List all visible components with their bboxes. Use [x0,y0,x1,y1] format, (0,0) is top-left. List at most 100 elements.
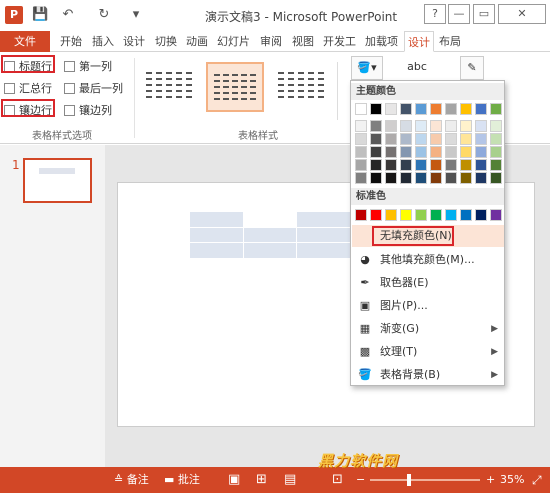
standard-color-swatch[interactable] [460,209,472,221]
qat-customize-icon[interactable]: ▾ [128,7,144,23]
table-cell[interactable] [297,212,350,227]
theme-color-swatch[interactable] [430,172,442,184]
theme-color-swatch[interactable] [445,146,457,158]
theme-color-swatch[interactable] [445,159,457,171]
zoom-slider[interactable] [370,479,480,481]
theme-color-swatch[interactable] [490,146,502,158]
table-background-item[interactable]: 🪣 表格背景(B) ▶ [352,364,504,386]
theme-color-swatch[interactable] [430,159,442,171]
theme-color-swatch[interactable] [400,103,412,115]
zoom-out-button[interactable]: − [356,473,365,487]
theme-color-swatch[interactable] [490,172,502,184]
restore-button[interactable]: ▭ [473,4,495,24]
slide-sorter-icon[interactable]: ⊞ [256,473,267,487]
zoom-in-button[interactable]: + [486,473,495,487]
theme-color-swatch[interactable] [490,120,502,132]
slide-table[interactable] [190,212,350,258]
zoom-slider-handle[interactable] [406,474,411,486]
standard-color-swatch[interactable] [430,209,442,221]
theme-color-swatch[interactable] [385,146,397,158]
minimize-button[interactable]: — [448,4,470,24]
standard-color-swatch[interactable] [355,209,367,221]
standard-color-swatch[interactable] [385,209,397,221]
slide-thumbnail[interactable] [23,158,92,203]
picture-item[interactable]: ▣ 图片(P)... [352,295,504,317]
first-column-checkbox[interactable] [64,60,75,72]
total-row-checkbox[interactable] [4,82,15,94]
theme-color-swatch[interactable] [460,146,472,158]
table-cell[interactable] [243,243,297,258]
tab-design[interactable]: 设计 [120,31,148,52]
notes-button[interactable]: ≙ 备注 [114,473,149,487]
help-button[interactable]: ? [424,4,446,24]
theme-color-swatch[interactable] [445,133,457,145]
theme-color-swatch[interactable] [385,120,397,132]
theme-color-swatch[interactable] [370,146,382,158]
theme-color-swatch[interactable] [415,103,427,115]
table-cell[interactable] [190,212,243,227]
theme-color-swatch[interactable] [475,120,487,132]
tab-home[interactable]: 开始 [57,31,85,52]
tab-animations[interactable]: 动画 [183,31,211,52]
theme-color-swatch[interactable] [460,172,472,184]
theme-color-swatch[interactable] [400,133,412,145]
theme-color-swatch[interactable] [460,120,472,132]
table-style-3[interactable] [272,62,330,112]
shading-button[interactable]: 🪣▾ [351,56,383,80]
theme-color-swatch[interactable] [490,103,502,115]
table-style-1[interactable] [140,62,198,112]
theme-color-swatch[interactable] [385,103,397,115]
theme-color-swatch[interactable] [370,103,382,115]
theme-color-swatch[interactable] [475,159,487,171]
last-column-option[interactable]: 最后一列 [64,80,123,96]
banded-columns-checkbox[interactable] [64,104,75,116]
tab-table-layout[interactable]: 布局 [436,31,464,52]
theme-color-swatch[interactable] [400,120,412,132]
more-colors-item[interactable]: ◕ 其他填充颜色(M)... [352,249,504,271]
theme-color-swatch[interactable] [400,172,412,184]
theme-color-swatch[interactable] [430,133,442,145]
tab-review[interactable]: 审阅 [257,31,285,52]
save-button[interactable]: 💾 [32,7,48,23]
theme-color-swatch[interactable] [430,120,442,132]
table-cell[interactable] [190,227,243,243]
theme-color-swatch[interactable] [400,159,412,171]
theme-color-swatch[interactable] [490,159,502,171]
theme-color-swatch[interactable] [355,159,367,171]
theme-color-swatch[interactable] [355,133,367,145]
first-column-option[interactable]: 第一列 [64,58,112,74]
theme-color-swatch[interactable] [475,103,487,115]
theme-color-swatch[interactable] [475,146,487,158]
reading-view-icon[interactable]: ▤ [284,473,296,487]
theme-color-swatch[interactable] [430,146,442,158]
theme-color-swatch[interactable] [400,146,412,158]
tab-transitions[interactable]: 切换 [152,31,180,52]
theme-color-swatch[interactable] [460,103,472,115]
banded-columns-option[interactable]: 镶边列 [64,102,112,118]
theme-color-swatch[interactable] [370,172,382,184]
slideshow-icon[interactable]: ⊡ [332,473,343,487]
gradient-item[interactable]: ▦ 渐变(G) ▶ [352,318,504,340]
standard-color-swatch[interactable] [490,209,502,221]
theme-color-swatch[interactable] [460,133,472,145]
tab-slideshow[interactable]: 幻灯片 [214,31,253,52]
theme-color-swatch[interactable] [415,133,427,145]
tab-addins[interactable]: 加载项 [362,31,401,52]
theme-color-swatch[interactable] [415,120,427,132]
tab-developer[interactable]: 开发工 [320,31,359,52]
draw-table-icon[interactable]: ✎ [460,56,484,80]
theme-color-swatch[interactable] [460,159,472,171]
theme-color-swatch[interactable] [490,133,502,145]
table-style-2[interactable] [206,62,264,112]
theme-color-swatch[interactable] [355,172,367,184]
quick-styles-button[interactable]: abc [404,56,430,80]
comments-button[interactable]: ▬ 批注 [164,473,200,487]
standard-color-swatch[interactable] [400,209,412,221]
theme-color-swatch[interactable] [355,103,367,115]
styles-scroll[interactable] [337,62,349,120]
theme-color-swatch[interactable] [415,146,427,158]
tab-file[interactable]: 文件 [0,31,50,52]
table-cell[interactable] [190,243,243,258]
theme-color-swatch[interactable] [370,120,382,132]
theme-color-swatch[interactable] [385,172,397,184]
